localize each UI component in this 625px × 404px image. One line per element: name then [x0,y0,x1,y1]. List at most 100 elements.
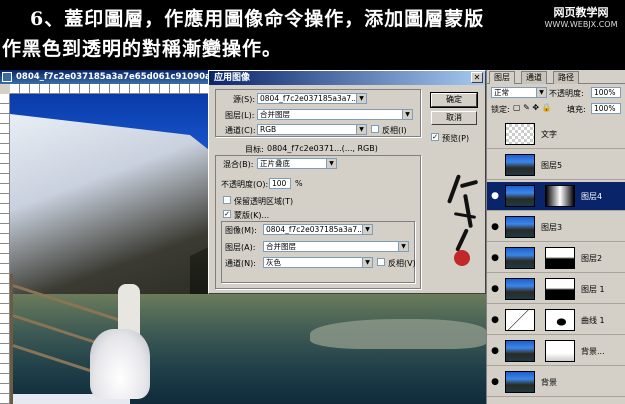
fill-input[interactable]: 100% [591,103,621,114]
eye-icon[interactable]: ● [490,222,500,232]
site-watermark: 网页教学网 WWW.WEBJX.COM [541,6,621,30]
caption-line-1: 6、蓋印圖層，作應用圖像命令操作，添加圖層蒙版 [30,8,485,30]
layer-value: 合并图层 [260,110,290,119]
opacity-label: 不透明度(O): [221,180,269,189]
layer-name: 图层5 [541,161,563,170]
photoshop-doc-icon [2,72,12,82]
preview-checkbox[interactable]: ✓ [431,133,439,141]
tab-paths[interactable]: 路径 [553,71,579,84]
eye-icon[interactable]: ● [490,253,500,263]
layers-panel: 图层 通道 路径 正常 ▼ 不透明度: 100% 锁定: ▢ ✎ ✥ 🔒 填充: … [486,70,625,404]
signature-stroke [446,174,462,204]
layer-name: 图层2 [581,254,603,263]
eye-icon[interactable] [490,129,500,139]
dialog-title-bar[interactable]: 应用图像 ✕ [209,71,485,85]
caption-line-2: 作黑色到透明的對稱漸變操作。 [2,38,283,60]
layer-row[interactable]: 文字 [487,120,625,149]
mask-invert-checkbox[interactable] [377,258,385,266]
lock-icons[interactable]: ▢ ✎ ✥ 🔒 [513,103,552,112]
mask-image-label: 图像(M): [225,226,257,235]
opacity-input[interactable]: 100 [269,178,291,189]
channel-select[interactable]: RGB ▼ [257,124,367,135]
eye-icon[interactable]: ● [490,377,500,387]
preserve-transparency-label: 保留透明区域(T) [234,197,294,206]
layer-label: 图层(L): [225,111,255,120]
chevron-down-icon: ▼ [326,159,336,168]
mask-image-value: 0804_f7c2e037185a3a7... [266,225,365,234]
layer-thumbnail [505,340,535,362]
target-label: 目标: [245,145,264,154]
layer-mask-thumbnail[interactable] [545,278,575,300]
layer-name: 曲线 1 [581,316,605,325]
layer-row[interactable]: ● 曲线 1 [487,306,625,335]
layer-row[interactable]: ● 背景... [487,337,625,366]
blend-mode-select[interactable]: 正常 ▼ [491,87,547,98]
target-value: 0804_f7c2e0371...(..., RGB) [267,144,378,153]
mask-layer-select[interactable]: 合并图层 ▼ [263,241,409,252]
eye-icon[interactable]: ● [490,346,500,356]
eye-icon[interactable]: ● [490,284,500,294]
preview-label: 预览(P) [442,134,470,143]
layer-mask-thumbnail[interactable] [545,185,575,207]
red-seal-stamp [454,250,470,266]
mask-checkbox[interactable]: ✓ [223,210,231,218]
chevron-down-icon: ▼ [398,242,408,251]
stair-rail [12,284,128,325]
mask-image-select[interactable]: 0804_f7c2e037185a3a7... ▼ [263,224,373,235]
invert-label: 反相(I) [382,126,407,135]
layer-select[interactable]: 合并图层 ▼ [257,109,413,120]
preserve-transparency-checkbox[interactable] [223,196,231,204]
source-label: 源(S): [233,95,256,104]
mask-layer-value: 合并图层 [266,242,296,251]
apply-image-dialog: 应用图像 ✕ 源(S): 0804_f7c2e037185a3a7... ▼ 图层… [208,70,486,294]
fill-label: 填充: [567,105,586,114]
chevron-down-icon: ▼ [356,125,366,134]
ok-button[interactable]: 确定 [430,92,478,108]
eye-icon[interactable] [490,160,500,170]
signature-stroke [463,193,473,229]
layer-row[interactable]: ● 背景 [487,368,625,397]
layer-thumbnail [505,123,535,145]
layer-row[interactable]: ● 图层2 [487,244,625,273]
opacity-unit: % [295,179,303,188]
layer-row[interactable]: 图层5 [487,151,625,180]
layer-row[interactable]: ● 图层4 [487,182,625,211]
cancel-button[interactable]: 取消 [431,111,477,125]
invert-checkbox[interactable] [371,125,379,133]
photo-rocks [310,319,486,349]
mask-layer-label: 图层(A): [225,243,256,252]
layer-mask-thumbnail[interactable] [545,309,575,331]
watermark-line-1: 网页教学网 [553,6,609,19]
close-icon[interactable]: ✕ [471,72,483,83]
blend-mode-value: 正常 [494,88,509,97]
layer-mask-thumbnail[interactable] [545,340,575,362]
layer-thumbnail [505,154,535,176]
layer-thumbnail [505,278,535,300]
chevron-down-icon: ▼ [356,94,366,103]
calligraphy-signature [446,170,486,260]
blending-select[interactable]: 正片叠底 ▼ [257,158,337,169]
mask-channel-label: 通道(N): [225,259,256,268]
signature-stroke [459,179,479,189]
ruler-vertical[interactable] [0,94,10,404]
mask-label: 蒙版(K)... [234,211,270,220]
blending-label: 混合(B): [223,160,254,169]
layer-opacity-label: 不透明度: [549,89,584,98]
layer-opacity-input[interactable]: 100% [591,87,621,98]
layer-name: 背景... [581,347,605,356]
layer-mask-thumbnail[interactable] [545,247,575,269]
layer-thumbnail [505,216,535,238]
mask-channel-select[interactable]: 灰色 ▼ [263,257,373,268]
layer-row[interactable]: ● 图层3 [487,213,625,242]
layer-name: 图层4 [581,192,603,201]
watermark-line-2: WWW.WEBJX.COM [544,19,618,29]
panel-tabs: 图层 通道 路径 [487,70,625,84]
eye-icon[interactable]: ● [490,315,500,325]
tab-layers[interactable]: 图层 [489,71,515,84]
source-select[interactable]: 0804_f7c2e037185a3a7... ▼ [257,93,367,104]
layer-row[interactable]: ● 图层 1 [487,275,625,304]
layer-name: 图层 1 [581,285,605,294]
chevron-down-icon: ▼ [536,88,546,97]
eye-icon[interactable]: ● [490,191,500,201]
tab-channels[interactable]: 通道 [521,71,547,84]
